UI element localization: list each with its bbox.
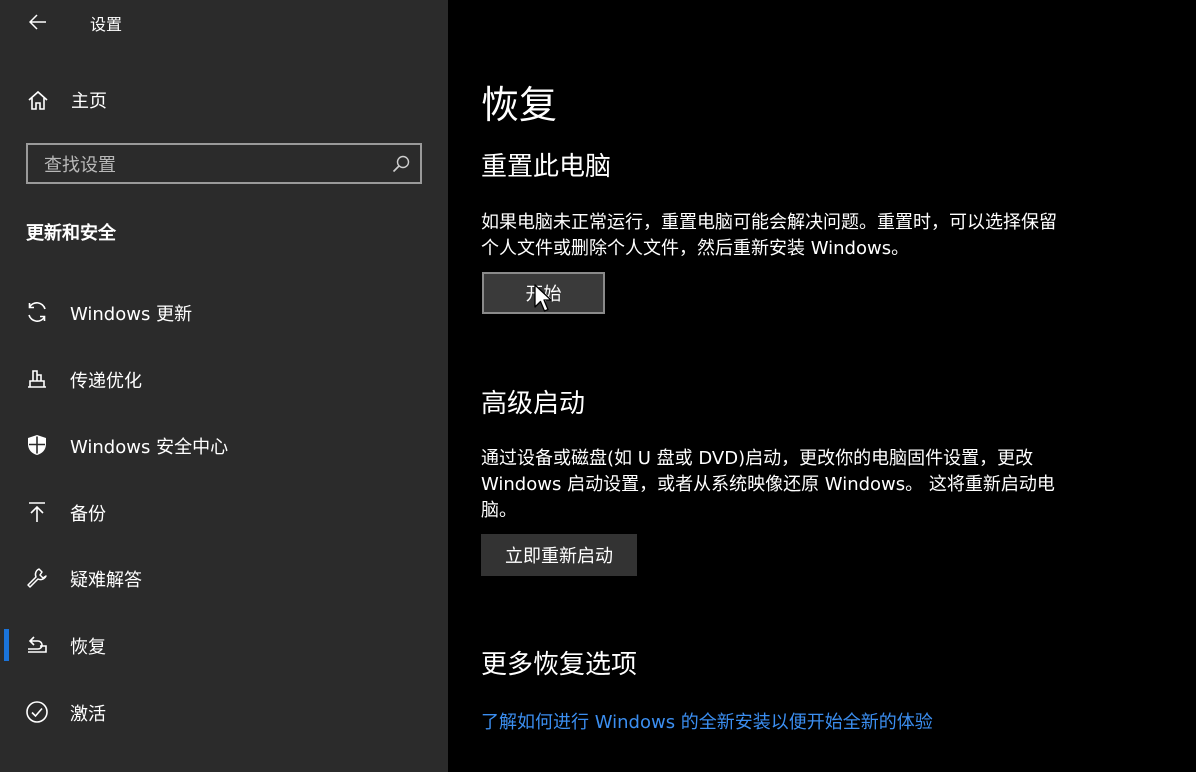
sidebar-item-label: Windows 更新 xyxy=(70,304,193,325)
sidebar-item-label: 恢复 xyxy=(70,636,106,658)
section-heading: 更新和安全 xyxy=(26,223,116,244)
mouse-cursor-icon xyxy=(534,284,552,312)
sidebar-item-windows-update[interactable]: Windows 更新 xyxy=(0,278,448,345)
sidebar-item-backup[interactable]: 备份 xyxy=(0,478,448,545)
back-button[interactable] xyxy=(22,6,54,38)
window-title: 设置 xyxy=(90,15,123,34)
sidebar-item-windows-security[interactable]: Windows 安全中心 xyxy=(0,411,448,478)
shield-icon xyxy=(28,435,46,456)
sidebar-item-troubleshoot[interactable]: 疑难解答 xyxy=(0,544,448,611)
wrench-icon xyxy=(27,568,47,589)
advanced-description-line: Windows 启动设置，或者从系统映像还原 Windows。 这将重新启动电 xyxy=(481,474,1055,495)
advanced-description-line: 脑。 xyxy=(481,500,517,521)
restart-now-button[interactable]: 立即重新启动 xyxy=(481,534,637,576)
backup-arrow-icon xyxy=(29,501,45,522)
reset-description-line: 如果电脑未正常运行，重置电脑可能会解决问题。重置时，可以选择保留 xyxy=(481,212,1057,233)
sidebar-item-label: 激活 xyxy=(70,703,106,725)
main-content: 恢复 重置此电脑 如果电脑未正常运行，重置电脑可能会解决问题。重置时，可以选择保… xyxy=(448,0,1196,772)
advanced-description-line: 通过设备或磁盘(如 U 盘或 DVD)启动，更改你的电脑固件设置，更改 xyxy=(481,448,1034,469)
search-input[interactable] xyxy=(42,151,386,179)
sync-icon xyxy=(28,302,46,322)
back-arrow-icon xyxy=(29,14,46,30)
check-circle-icon xyxy=(26,700,48,723)
sidebar-item-label: 主页 xyxy=(71,91,107,112)
fresh-install-link[interactable]: 了解如何进行 Windows 的全新安装以便开始全新的体验 xyxy=(481,708,933,734)
sidebar-item-label: 疑难解答 xyxy=(70,570,142,592)
reset-heading: 重置此电脑 xyxy=(481,152,612,182)
search-box[interactable] xyxy=(26,143,422,184)
sidebar-item-label: Windows 安全中心 xyxy=(70,437,229,459)
sidebar-item-activation[interactable]: 激活 xyxy=(0,678,448,745)
sidebar-item-label: 传递优化 xyxy=(70,370,142,392)
sidebar-item-recovery[interactable]: 恢复 xyxy=(0,611,448,678)
more-options-heading: 更多恢复选项 xyxy=(481,650,638,680)
reset-description-line: 个人文件或删除个人文件，然后重新安装 Windows。 xyxy=(481,238,910,259)
sidebar-item-home[interactable]: 主页 xyxy=(0,80,448,120)
reset-description: 如果电脑未正常运行，重置电脑可能会解决问题。重置时，可以选择保留 个人文件或删除… xyxy=(481,210,1111,262)
title-bar: 设置 xyxy=(0,0,448,44)
sidebar: 设置 主页 更新和安全 Windows 更新 xyxy=(0,0,448,772)
recovery-icon xyxy=(28,636,47,653)
search-icon[interactable] xyxy=(392,155,410,173)
home-icon xyxy=(28,90,48,110)
page-title: 恢复 xyxy=(481,83,558,127)
sidebar-item-label: 备份 xyxy=(70,503,106,525)
settings-window: 设置 主页 更新和安全 Windows 更新 xyxy=(0,0,1196,772)
sidebar-nav: Windows 更新 传递优化 Windows 安全中心 备份 疑难解答 恢复 … xyxy=(0,278,448,744)
sidebar-item-delivery-optimization[interactable]: 传递优化 xyxy=(0,345,448,412)
delivery-optimization-icon xyxy=(28,369,46,388)
advanced-startup-heading: 高级启动 xyxy=(481,389,586,419)
advanced-startup-description: 通过设备或磁盘(如 U 盘或 DVD)启动，更改你的电脑固件设置，更改 Wind… xyxy=(481,446,1111,524)
